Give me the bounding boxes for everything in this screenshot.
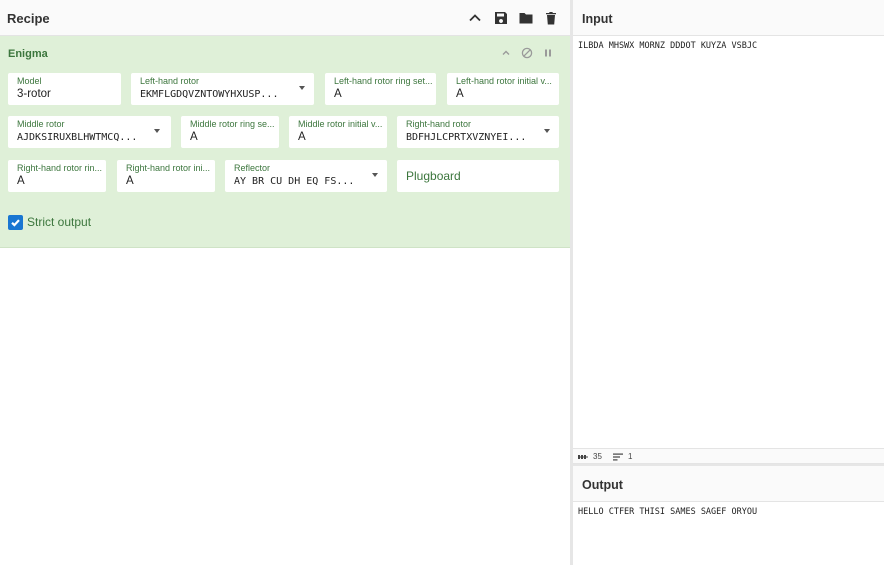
model-value: 3-rotor [17, 88, 51, 100]
reflector-select[interactable]: Reflector AY BR CU DH EQ FS... [225, 160, 387, 192]
chevron-down-icon [372, 173, 378, 177]
reflector-label: Reflector [234, 163, 271, 173]
input-status-bar: 35 1 [573, 448, 884, 464]
folder-icon[interactable] [517, 9, 535, 27]
right-initial-value-label: Right-hand rotor ini... [126, 163, 211, 173]
input-title: Input [582, 12, 613, 26]
right-initial-value-field[interactable]: Right-hand rotor ini... A [117, 160, 215, 192]
chevron-down-icon [299, 86, 305, 90]
left-initial-value: A [456, 88, 464, 100]
left-ring-setting-label: Left-hand rotor ring set... [334, 76, 433, 86]
right-rotor-select[interactable]: Right-hand rotor BDFHJLCPRTXVZNYEI... [397, 116, 559, 148]
save-icon[interactable] [492, 9, 510, 27]
middle-rotor-label: Middle rotor [17, 119, 65, 129]
middle-initial-value-label: Middle rotor initial v... [298, 119, 383, 129]
right-initial-value: A [126, 175, 134, 187]
middle-initial-value: A [298, 131, 306, 143]
left-ring-setting-field[interactable]: Left-hand rotor ring set... A [325, 73, 436, 105]
left-rotor-select[interactable]: Left-hand rotor EKMFLGDQVZNTOWYHXUSP... [131, 73, 314, 105]
input-length-stat: 35 [578, 452, 602, 461]
plugboard-placeholder: Plugboard [406, 169, 461, 183]
input-header: Input [573, 0, 884, 36]
middle-ring-setting-field[interactable]: Middle rotor ring se... A [181, 116, 279, 148]
trash-icon[interactable] [542, 9, 560, 27]
left-initial-value-field[interactable]: Left-hand rotor initial v... A [447, 73, 559, 105]
left-initial-value-label: Left-hand rotor initial v... [456, 76, 552, 86]
strict-output-option[interactable]: Strict output [8, 214, 91, 230]
output-header: Output [573, 466, 884, 502]
plugboard-input[interactable]: Plugboard [397, 160, 559, 192]
middle-ring-setting-value: A [190, 131, 198, 143]
length-icon [578, 454, 588, 459]
strict-output-checkbox[interactable] [8, 214, 23, 230]
input-lines-value: 1 [628, 452, 633, 461]
input-lines-stat: 1 [613, 452, 632, 461]
left-rotor-label: Left-hand rotor [140, 76, 200, 86]
pause-icon[interactable] [541, 46, 555, 60]
left-rotor-value: EKMFLGDQVZNTOWYHXUSP... [140, 89, 279, 100]
operation-title: Enigma [8, 48, 48, 60]
output-textarea[interactable]: HELLO CTFER THISI SAMES SAGEF ORYOU [578, 507, 757, 517]
enigma-operation: Enigma Model 3-rotor Left-hand rotor EKM… [0, 36, 570, 248]
chevron-down-icon [544, 129, 550, 133]
middle-initial-value-field[interactable]: Middle rotor initial v... A [289, 116, 387, 148]
right-ring-setting-field[interactable]: Right-hand rotor rin... A [8, 160, 106, 192]
model-select[interactable]: Model 3-rotor [8, 73, 121, 105]
input-textarea[interactable]: ILBDA MHSWX MORNZ DDDOT KUYZA VSBJC [578, 41, 757, 51]
middle-ring-setting-label: Middle rotor ring se... [190, 119, 275, 129]
disable-icon[interactable] [520, 46, 534, 60]
output-title: Output [582, 478, 623, 492]
middle-rotor-select[interactable]: Middle rotor AJDKSIRUXBLHWTMCQ... [8, 116, 171, 148]
right-ring-setting-label: Right-hand rotor rin... [17, 163, 103, 173]
chevron-down-icon [154, 129, 160, 133]
input-length-value: 35 [593, 452, 602, 461]
recipe-pane: Recipe Enigma Model 3-rotor Left-hand ro… [0, 0, 570, 565]
chevron-up-icon[interactable] [499, 46, 513, 60]
chevron-up-icon[interactable] [466, 9, 484, 27]
checkmark-icon [11, 218, 20, 227]
right-ring-setting-value: A [17, 175, 25, 187]
recipe-title: Recipe [7, 11, 50, 26]
left-ring-setting-value: A [334, 88, 342, 100]
lines-icon [613, 453, 623, 460]
model-label: Model [17, 76, 42, 86]
right-rotor-label: Right-hand rotor [406, 119, 472, 129]
recipe-header: Recipe [0, 0, 570, 36]
reflector-value: AY BR CU DH EQ FS... [234, 176, 355, 187]
right-rotor-value: BDFHJLCPRTXVZNYEI... [406, 132, 527, 143]
middle-rotor-value: AJDKSIRUXBLHWTMCQ... [17, 132, 138, 143]
strict-output-label: Strict output [27, 215, 92, 229]
